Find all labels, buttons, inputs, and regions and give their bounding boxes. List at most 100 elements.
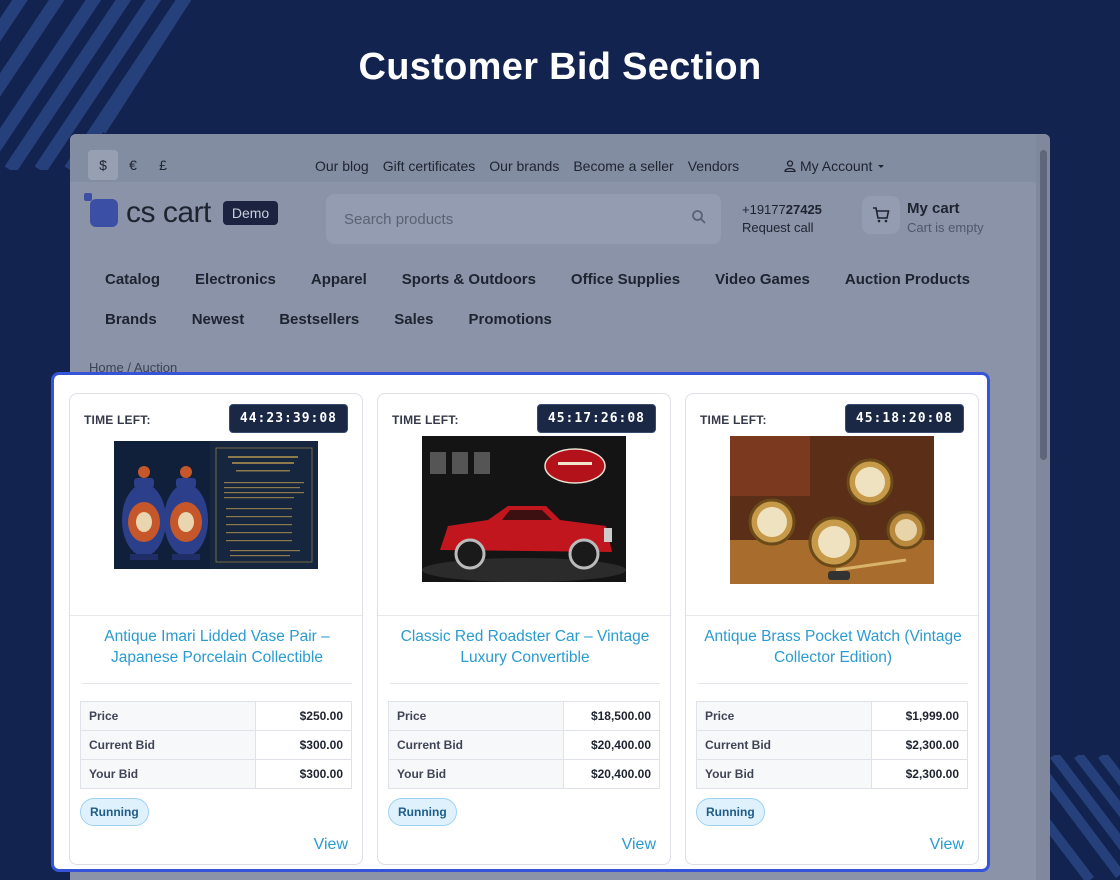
divider — [82, 683, 352, 684]
your-bid-label: Your Bid — [388, 759, 564, 789]
current-bid-label: Current Bid — [696, 730, 872, 760]
table-row: Your Bid $20,400.00 — [388, 759, 660, 789]
currency-gbp[interactable]: £ — [148, 150, 178, 180]
bid-table: Price $18,500.00 Current Bid $20,400.00 Yo… — [388, 701, 660, 789]
your-bid-label: Your Bid — [696, 759, 872, 789]
logo-mark — [84, 193, 118, 227]
price-label: Price — [388, 701, 564, 731]
chevron-down-icon — [878, 165, 885, 168]
cart-button[interactable] — [862, 196, 900, 234]
current-bid-label: Current Bid — [80, 730, 256, 760]
currency-eur[interactable]: € — [118, 150, 148, 180]
bid-table: Price $250.00 Current Bid $300.00 Your Bid… — [80, 701, 352, 789]
cart-status: Cart is empty — [907, 220, 984, 235]
view-link[interactable]: View — [622, 836, 656, 854]
search-placeholder: Search products — [344, 211, 454, 228]
search-input[interactable]: Search products — [326, 194, 721, 244]
nav-apparel[interactable]: Apparel — [311, 271, 367, 288]
logo-text: cs cart — [126, 196, 211, 229]
cart-title: My cart — [907, 200, 960, 217]
cart-summary[interactable]: My cart Cart is empty — [907, 199, 984, 237]
nav-promotions[interactable]: Promotions — [468, 311, 551, 328]
current-bid-value: $300.00 — [255, 730, 352, 760]
nav-sports-outdoors[interactable]: Sports & Outdoors — [402, 271, 536, 288]
nav-video-games[interactable]: Video Games — [715, 271, 810, 288]
product-title-link[interactable]: Classic Red Roadster Car – Vintage Luxur… — [392, 626, 658, 668]
status-badge: Running — [80, 798, 149, 826]
table-row: Current Bid $2,300.00 — [696, 730, 968, 760]
current-bid-value: $20,400.00 — [563, 730, 660, 760]
link-brands[interactable]: Our brands — [489, 158, 559, 174]
countdown-timer: 45:17:26:08 — [536, 404, 656, 433]
status-badge: Running — [388, 798, 457, 826]
status-badge: Running — [696, 798, 765, 826]
product-title-link[interactable]: Antique Imari Lidded Vase Pair – Japanes… — [84, 626, 350, 668]
scrollbar[interactable] — [1036, 134, 1050, 880]
time-left-label: TIME LEFT: — [84, 413, 151, 427]
link-gift-certificates[interactable]: Gift certificates — [383, 158, 476, 174]
price-label: Price — [696, 701, 872, 731]
view-link[interactable]: View — [930, 836, 964, 854]
main-nav-row-2: Brands Newest Bestsellers Sales Promotio… — [105, 311, 587, 328]
cart-icon — [873, 207, 890, 223]
current-bid-label: Current Bid — [388, 730, 564, 760]
request-call-link[interactable]: Request call — [742, 219, 822, 237]
scrollbar-thumb[interactable] — [1040, 150, 1047, 460]
phone-number[interactable]: +1917727425 — [742, 201, 822, 219]
main-nav-row-1: Catalog Electronics Apparel Sports & Out… — [105, 271, 1005, 288]
auction-card: TIME LEFT: 44:23:39:08 Antique Imari Lid… — [69, 393, 363, 865]
product-image-vase[interactable] — [70, 430, 362, 616]
view-link[interactable]: View — [314, 836, 348, 854]
price-label: Price — [80, 701, 256, 731]
search-icon[interactable] — [691, 209, 707, 225]
your-bid-value: $2,300.00 — [871, 759, 968, 789]
nav-bestsellers[interactable]: Bestsellers — [279, 311, 359, 328]
table-row: Price $250.00 — [80, 701, 352, 731]
price-value: $250.00 — [255, 701, 352, 731]
link-vendors[interactable]: Vendors — [688, 158, 739, 174]
nav-sales[interactable]: Sales — [394, 311, 433, 328]
bid-table: Price $1,999.00 Current Bid $2,300.00 Your… — [696, 701, 968, 789]
nav-electronics[interactable]: Electronics — [195, 271, 276, 288]
page-title: Customer Bid Section — [358, 46, 762, 88]
top-links: Our blog Gift certificates Our brands Be… — [315, 158, 739, 174]
price-value: $1,999.00 — [871, 701, 968, 731]
product-image-pocket-watch[interactable] — [686, 430, 978, 616]
auction-panel: TIME LEFT: 44:23:39:08 Antique Imari Lid… — [51, 372, 990, 872]
divider — [390, 683, 660, 684]
currency-usd[interactable]: $ — [88, 150, 118, 180]
link-blog[interactable]: Our blog — [315, 158, 369, 174]
auction-card: TIME LEFT: 45:18:20:08 Antique Brass Poc… — [685, 393, 979, 865]
your-bid-value: $20,400.00 — [563, 759, 660, 789]
user-icon — [784, 160, 796, 172]
time-left-label: TIME LEFT: — [392, 413, 459, 427]
your-bid-label: Your Bid — [80, 759, 256, 789]
nav-newest[interactable]: Newest — [192, 311, 245, 328]
nav-auction-products[interactable]: Auction Products — [845, 271, 970, 288]
my-account-menu[interactable]: My Account — [784, 158, 886, 174]
link-become-seller[interactable]: Become a seller — [573, 158, 673, 174]
table-row: Your Bid $300.00 — [80, 759, 352, 789]
current-bid-value: $2,300.00 — [871, 730, 968, 760]
my-account-label: My Account — [800, 158, 873, 174]
countdown-timer: 44:23:39:08 — [228, 404, 348, 433]
divider — [698, 683, 968, 684]
product-image-roadster[interactable] — [378, 430, 670, 616]
logo[interactable]: cs cart Demo — [84, 193, 279, 230]
countdown-timer: 45:18:20:08 — [844, 404, 964, 433]
nav-office-supplies[interactable]: Office Supplies — [571, 271, 680, 288]
table-row: Current Bid $300.00 — [80, 730, 352, 760]
table-row: Price $1,999.00 — [696, 701, 968, 731]
table-row: Current Bid $20,400.00 — [388, 730, 660, 760]
phone-block: +1917727425 Request call — [742, 201, 822, 237]
demo-badge: Demo — [222, 201, 279, 225]
auction-card: TIME LEFT: 45:17:26:08 Classic Red Roads… — [377, 393, 671, 865]
your-bid-value: $300.00 — [255, 759, 352, 789]
time-left-label: TIME LEFT: — [700, 413, 767, 427]
nav-catalog[interactable]: Catalog — [105, 271, 160, 288]
nav-brands[interactable]: Brands — [105, 311, 157, 328]
price-value: $18,500.00 — [563, 701, 660, 731]
product-title-link[interactable]: Antique Brass Pocket Watch (Vintage Coll… — [700, 626, 966, 668]
table-row: Price $18,500.00 — [388, 701, 660, 731]
table-row: Your Bid $2,300.00 — [696, 759, 968, 789]
